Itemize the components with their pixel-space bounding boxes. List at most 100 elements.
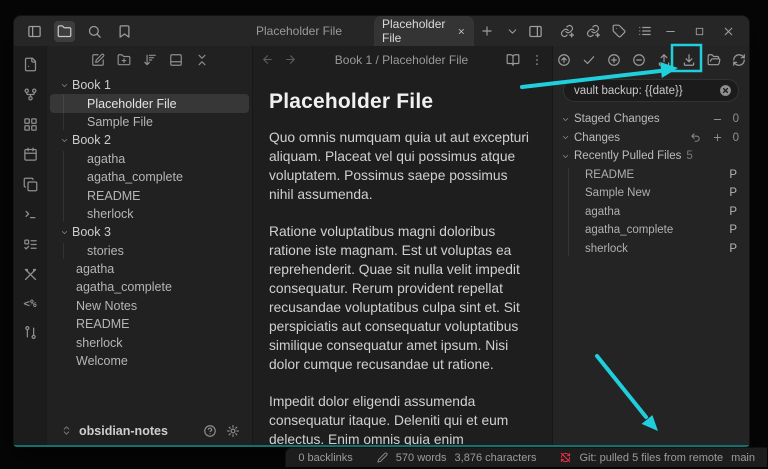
panel-left-icon [27, 24, 42, 39]
bookmarks-view-button[interactable] [114, 21, 135, 42]
status-bar: 0 backlinks 570 words 3,876 characters G… [285, 447, 767, 467]
daily-note-button[interactable] [23, 147, 38, 162]
file-agatha[interactable]: agatha [50, 150, 249, 168]
file-stories[interactable]: stories [50, 242, 249, 260]
tab-placeholder-file-active[interactable]: Placeholder File [374, 16, 474, 46]
chevron-down-icon [60, 228, 69, 237]
folder-book-3[interactable]: Book 3 [50, 223, 249, 241]
folder-book-1[interactable]: Book 1 [50, 76, 249, 94]
sort-order-button[interactable] [143, 53, 157, 67]
tab-placeholder-file-inactive[interactable]: Placeholder File [224, 16, 374, 46]
canvas-button[interactable] [23, 117, 38, 132]
tools-button[interactable] [23, 267, 38, 282]
left-ribbon: <% [14, 46, 47, 445]
file-new-notes[interactable]: New Notes [50, 297, 249, 315]
file-readme[interactable]: README [50, 186, 249, 204]
duplicate-note-button[interactable] [23, 177, 38, 192]
file-readme-root[interactable]: README [50, 315, 249, 333]
git-commit-and-sync-button[interactable] [556, 52, 572, 68]
file-label: agatha_complete [87, 170, 183, 184]
pulled-file-agatha-complete[interactable]: agatha_completeP [553, 221, 749, 240]
backlinks-status[interactable]: 0 backlinks [298, 452, 352, 464]
git-button[interactable] [23, 325, 38, 340]
file-agatha-complete[interactable]: agatha_complete [50, 168, 249, 186]
toggle-left-sidebar-button[interactable] [24, 21, 45, 42]
status-badge: P [729, 206, 737, 218]
file-placeholder-file[interactable]: Placeholder File [50, 94, 249, 112]
git-open-folder-button[interactable] [706, 52, 722, 68]
git-section-changes[interactable]: Changes 0 [553, 129, 749, 148]
folder-book-2[interactable]: Book 2 [50, 131, 249, 149]
add-external-link-button[interactable] [586, 24, 600, 38]
pulled-file-readme[interactable]: READMEP [553, 166, 749, 185]
git-commit-button[interactable] [581, 52, 597, 68]
status-badge: P [729, 187, 737, 199]
unstage-all-icon[interactable] [712, 114, 723, 125]
circle-minus-icon [632, 53, 646, 67]
file-agatha-complete-root[interactable]: agatha_complete [50, 278, 249, 296]
toggle-list-button[interactable] [638, 24, 652, 38]
file-label: New Notes [76, 299, 137, 313]
checklist-button[interactable] [23, 237, 38, 252]
file-welcome[interactable]: Welcome [50, 352, 249, 370]
graph-view-button[interactable] [23, 87, 38, 102]
pulled-file-agatha[interactable]: agatha P [553, 203, 749, 222]
git-refresh-button[interactable] [731, 52, 747, 68]
tab-list-dropdown-button[interactable] [500, 22, 525, 41]
git-status-message[interactable]: Git: pulled 5 files from remote [579, 452, 723, 464]
add-tag-button[interactable] [612, 24, 626, 38]
new-tab-button[interactable] [474, 21, 500, 41]
note-content[interactable]: Placeholder File Quo omnis numquam quia … [253, 73, 552, 445]
git-toolbar [553, 46, 749, 73]
status-badge: P [729, 169, 737, 181]
search-view-button[interactable] [84, 21, 105, 42]
pulled-file-sherlock[interactable]: sherlockP [553, 240, 749, 259]
files-view-button[interactable] [54, 21, 75, 42]
help-button[interactable] [201, 422, 219, 440]
git-stage-all-button[interactable] [606, 52, 622, 68]
settings-button[interactable] [224, 422, 242, 440]
git-section-recently-pulled[interactable]: Recently Pulled Files5 [553, 147, 749, 166]
more-options-button[interactable] [530, 53, 544, 67]
window-minimize-button[interactable] [664, 25, 677, 38]
file-sample-file[interactable]: Sample File [50, 113, 249, 131]
git-push-button[interactable] [656, 52, 672, 68]
file-explorer-toolbar [47, 46, 252, 73]
new-folder-button[interactable] [117, 53, 131, 67]
file-sherlock-root[interactable]: sherlock [50, 333, 249, 351]
layout-button[interactable] [169, 53, 183, 67]
git-pull-button[interactable] [681, 52, 697, 68]
file-sherlock[interactable]: sherlock [50, 205, 249, 223]
help-icon [203, 424, 217, 438]
git-unstage-all-button[interactable] [631, 52, 647, 68]
window-close-button[interactable] [722, 25, 735, 38]
toggle-right-sidebar-button[interactable] [525, 21, 546, 42]
stage-all-icon[interactable] [712, 132, 723, 143]
window-maximize-button[interactable] [694, 26, 705, 37]
templater-button[interactable]: <% [23, 297, 36, 310]
gear-icon [226, 424, 240, 438]
new-note-button[interactable] [23, 57, 38, 72]
close-tab-icon[interactable] [457, 26, 466, 37]
git-section-staged[interactable]: Staged Changes 0 [553, 110, 749, 129]
commit-message-input[interactable] [563, 79, 739, 102]
chevron-down-icon [561, 133, 570, 142]
arrow-right-icon [284, 53, 297, 66]
discard-all-icon[interactable] [690, 132, 701, 143]
navigate-back-button[interactable] [261, 53, 274, 66]
terminal-button[interactable] [23, 207, 38, 222]
git-branch[interactable]: main [731, 452, 755, 464]
vault-switcher[interactable]: obsidian-notes [47, 418, 252, 445]
copy-icon [23, 177, 38, 192]
file-label: agatha [585, 206, 620, 218]
navigate-forward-button[interactable] [284, 53, 297, 66]
breadcrumb[interactable]: Book 1 / Placeholder File [297, 53, 506, 67]
download-icon [682, 53, 696, 67]
add-internal-link-button[interactable] [560, 24, 574, 38]
clear-commit-message-button[interactable] [719, 84, 732, 97]
file-agatha-root[interactable]: agatha [50, 260, 249, 278]
collapse-all-button[interactable] [195, 53, 209, 67]
pulled-file-sample-new[interactable]: Sample NewP [553, 184, 749, 203]
new-note-button[interactable] [91, 53, 105, 67]
reading-mode-button[interactable] [506, 53, 520, 67]
